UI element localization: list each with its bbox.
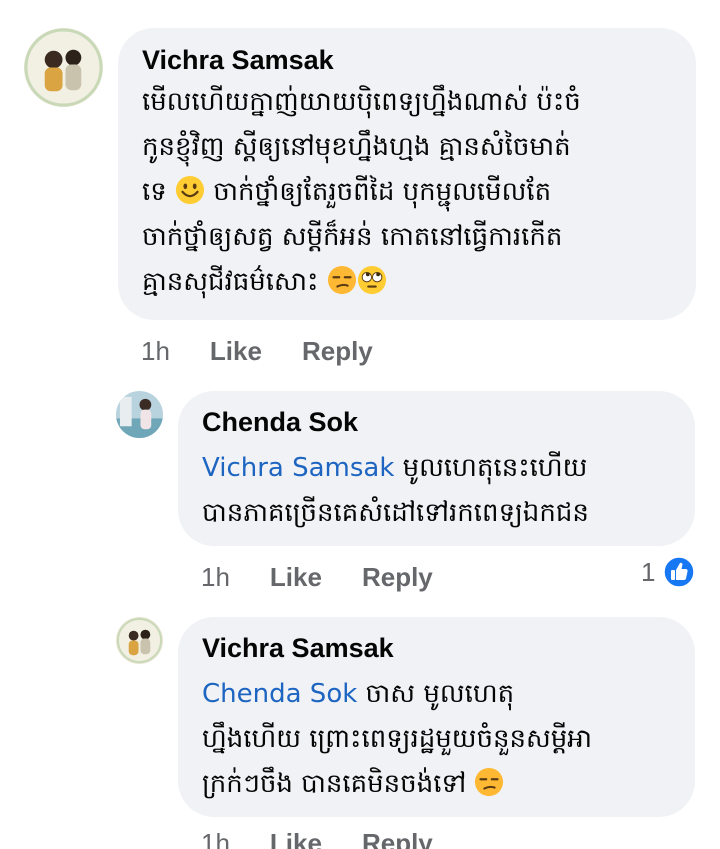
comment-actions: 1h Like Reply <box>201 828 473 849</box>
comment-author[interactable]: Vichra Samsak <box>202 632 671 664</box>
reaction-count: 1 <box>641 556 656 587</box>
reply-bubble: Vichra Samsak Chenda Sok ចាស មូលហេតុ ហ្ន… <box>178 617 695 817</box>
comment-author[interactable]: Chenda Sok <box>202 406 671 438</box>
reply-bubble: Chenda Sok Vichra Samsak មូលហេតុនេះហើយ ប… <box>178 391 695 546</box>
thumbs-up-icon <box>663 556 696 588</box>
reply-button[interactable]: Reply <box>362 828 433 849</box>
comment-text-line: Chenda Sok ចាស មូលហេតុ <box>202 672 671 717</box>
comment-thread: Vichra Samsak មើលហើយក្នាញ់យាយប៉ិពេទ្យហ្ន… <box>0 0 720 849</box>
comment-text-segment: ក្រក់ៗចឹង បានគេមិនចង់ទៅ <box>202 769 467 799</box>
comment-actions: 1h Like Reply <box>201 562 473 593</box>
mention-link[interactable]: Vichra Samsak <box>202 453 394 483</box>
comment-text-segment: ទេ <box>142 177 167 207</box>
comment-text-line: បានភាគច្រើនគេសំដៅទៅរកពេទ្យឯកជន <box>202 498 589 528</box>
comment-timestamp[interactable]: 1h <box>201 562 230 593</box>
unamused-face-emoji <box>327 265 357 295</box>
avatar-vichra-samsak[interactable] <box>24 28 103 107</box>
reply-button[interactable]: Reply <box>362 562 433 593</box>
comment-text-segment: គ្មានសុជីវធម៌សោះ <box>142 267 319 297</box>
comment-text-line: ហ្នឹងហើយ ព្រោះពេទ្យរដ្ឋមួយចំនួនសម្តីអា <box>202 724 593 754</box>
reaction-summary[interactable]: 1 <box>641 556 696 588</box>
comment-text: មើលហើយក្នាញ់យាយប៉ិពេទ្យហ្នឹងណាស់ ប៉ះចំ ក… <box>142 80 672 305</box>
smiling-face-emoji <box>175 175 205 205</box>
like-button[interactable]: Like <box>270 562 322 593</box>
comment-text-segment: ចាក់ថ្នាំឲ្យតែរួចពីដៃ បុកម្ជុលមើលតែ <box>213 177 552 207</box>
comment-text-line: ក្រក់ៗចឹង បានគេមិនចង់ទៅ <box>202 762 671 807</box>
like-button[interactable]: Like <box>270 828 322 849</box>
comment-timestamp[interactable]: 1h <box>201 828 230 849</box>
comment-text-segment: មូលហេតុនេះហើយ <box>394 453 588 483</box>
comment-timestamp[interactable]: 1h <box>141 336 170 367</box>
eye-roll-emoji <box>357 265 387 295</box>
comment-text-line: ទេ ចាក់ថ្នាំឲ្យតែរួចពីដៃ បុកម្ជុលមើលតែ <box>142 170 672 215</box>
reply-button[interactable]: Reply <box>302 336 373 367</box>
comment-bubble: Vichra Samsak មើលហើយក្នាញ់យាយប៉ិពេទ្យហ្ន… <box>118 28 696 320</box>
avatar-chenda-sok[interactable] <box>116 391 163 438</box>
comment-text-line: កូនខ្ញុំវិញ ស្តីឲ្យនៅមុខហ្នឹងហ្មង គ្មានស… <box>142 132 571 162</box>
unamused-face-emoji <box>474 767 504 797</box>
comment-text-line: ចាក់ថ្នាំឲ្យសត្វ សម្តីក៏អន់ កោតនៅធ្វើការ… <box>142 222 563 252</box>
comment-text-line: Vichra Samsak មូលហេតុនេះហើយ <box>202 446 671 491</box>
comment-text-segment: ចាស មូលហេតុ <box>357 679 515 709</box>
comment-text-line: គ្មានសុជីវធម៌សោះ <box>142 260 672 305</box>
like-button[interactable]: Like <box>210 336 262 367</box>
comment-text: Vichra Samsak មូលហេតុនេះហើយ បានភាគច្រើនគ… <box>202 446 671 536</box>
comment-text-line: មើលហើយក្នាញ់យាយប៉ិពេទ្យហ្នឹងណាស់ ប៉ះចំ <box>142 87 581 117</box>
comment-actions: 1h Like Reply <box>141 336 413 367</box>
avatar-vichra-samsak[interactable] <box>116 617 163 664</box>
comment-text: Chenda Sok ចាស មូលហេតុ ហ្នឹងហើយ ព្រោះពេទ… <box>202 672 671 807</box>
comment-author[interactable]: Vichra Samsak <box>142 44 672 76</box>
mention-link[interactable]: Chenda Sok <box>202 679 357 709</box>
